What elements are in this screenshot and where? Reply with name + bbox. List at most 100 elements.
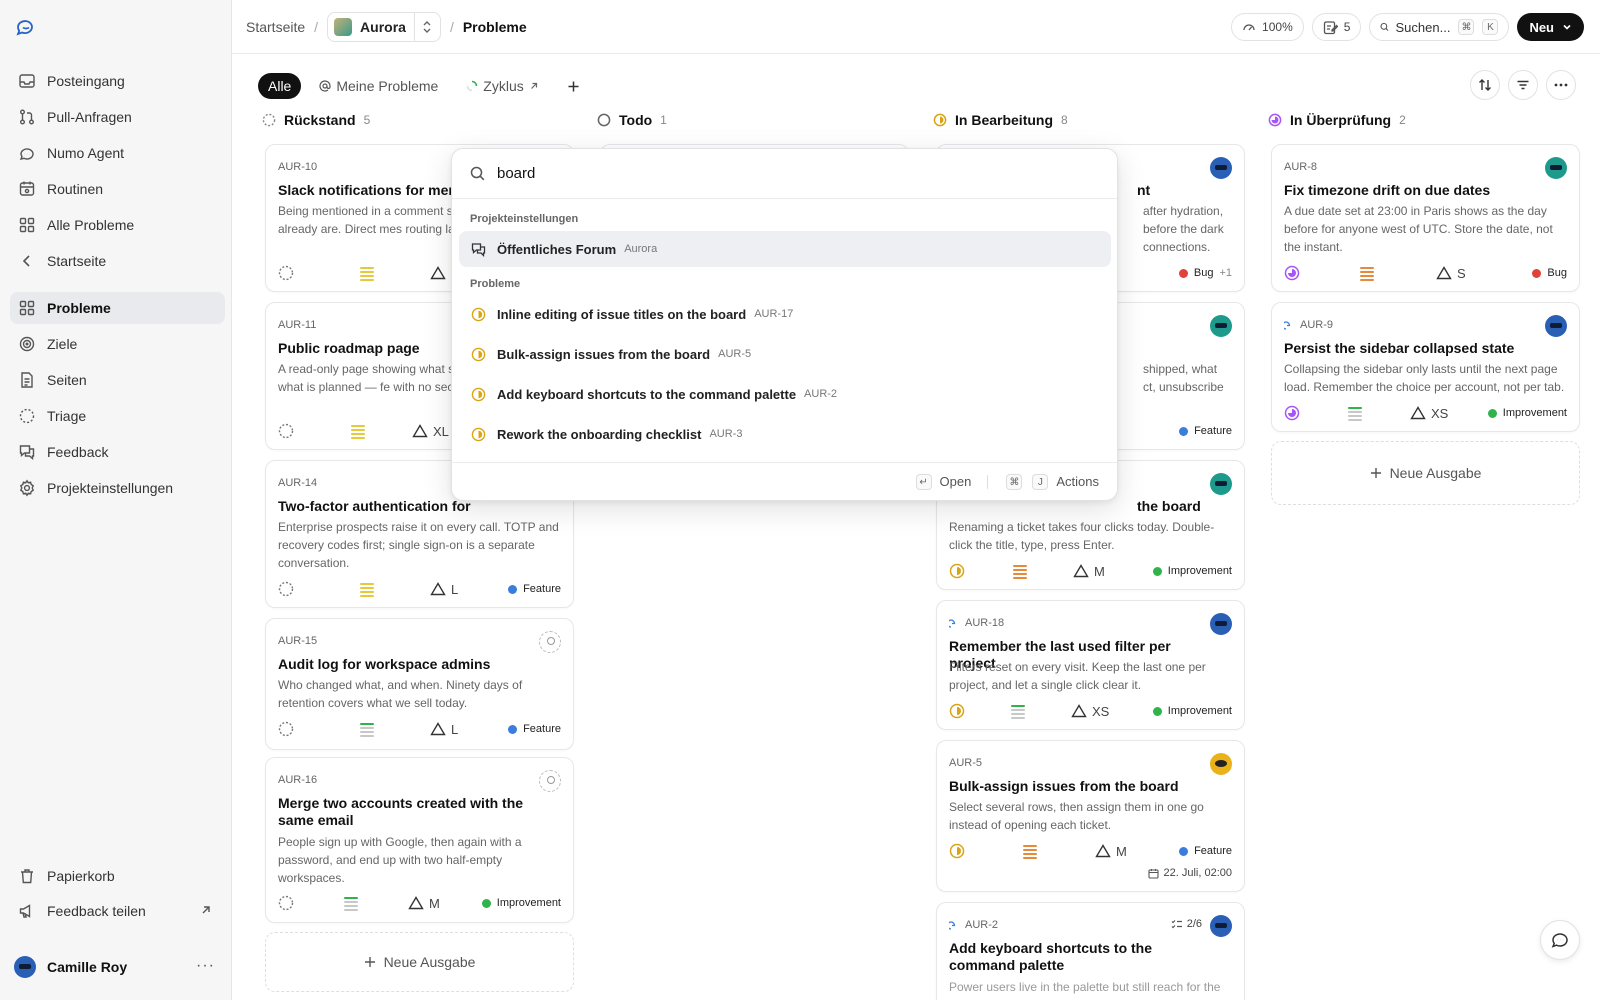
palette-item-issue[interactable]: Inline editing of issue titles on the bo…	[459, 296, 1111, 332]
sidebar-item-share-feedback[interactable]: Feedback teilen	[10, 895, 225, 927]
chevron-updown-icon[interactable]	[413, 12, 440, 41]
priority-icon[interactable]	[360, 723, 374, 737]
palette-item-public-forum[interactable]: Öffentliches Forum Aurora	[459, 231, 1111, 267]
issue-card[interactable]: AUR-9 Persist the sidebar collapsed stat…	[1271, 302, 1580, 432]
avatar[interactable]	[1210, 753, 1232, 775]
sidebar-item-home-back[interactable]: Startseite	[10, 245, 225, 277]
avatar[interactable]	[1210, 613, 1232, 635]
avatar[interactable]	[1210, 315, 1232, 337]
priority-icon[interactable]	[360, 583, 374, 597]
due-date[interactable]: 22. Juli, 02:00	[1147, 867, 1232, 879]
breadcrumb-home[interactable]: Startseite	[246, 19, 305, 35]
unassigned-avatar-icon[interactable]	[539, 770, 561, 792]
sidebar-item-pages[interactable]: Seiten	[10, 364, 225, 396]
more-options-button[interactable]	[1546, 70, 1576, 100]
avatar[interactable]	[1210, 473, 1232, 495]
chat-assistant-button[interactable]	[1540, 920, 1580, 960]
label-badge[interactable]: Feature	[1179, 425, 1232, 437]
priority-icon[interactable]	[360, 267, 374, 281]
label-badge[interactable]: Improvement	[1152, 705, 1232, 717]
sort-button[interactable]	[1470, 70, 1500, 100]
issue-card[interactable]: AUR-18 Remember the last used filter per…	[936, 600, 1245, 730]
sidebar-item-feedback[interactable]: Feedback	[10, 436, 225, 468]
issue-card[interactable]: AUR-15 Audit log for workspace admins Wh…	[265, 618, 574, 750]
filter-my-issues[interactable]: Meine Probleme	[309, 73, 448, 99]
priority-icon[interactable]	[1348, 407, 1362, 421]
label-badge[interactable]: Improvement	[1487, 407, 1567, 419]
drafts-button[interactable]: 5	[1311, 13, 1362, 41]
palette-actions-action[interactable]: Actions	[1056, 474, 1099, 489]
sidebar-item-routines[interactable]: Routinen	[10, 173, 225, 205]
sidebar-item-triage[interactable]: Triage	[10, 400, 225, 432]
estimate[interactable]: XL	[412, 424, 449, 439]
priority-icon[interactable]	[1023, 845, 1037, 859]
in-progress-status-icon[interactable]	[949, 563, 965, 579]
priority-icon[interactable]	[1013, 565, 1027, 579]
priority-icon[interactable]	[1011, 705, 1025, 719]
filter-button[interactable]	[1508, 70, 1538, 100]
new-issue-button-review[interactable]: Neue Ausgabe	[1271, 441, 1580, 505]
priority-icon[interactable]	[344, 897, 358, 911]
sidebar-item-trash[interactable]: Papierkorb	[10, 860, 225, 892]
sidebar-item-all-issues[interactable]: Alle Probleme	[10, 209, 225, 241]
issue-card[interactable]: AUR-8 Fix timezone drift on due dates A …	[1271, 144, 1580, 292]
sidebar-item-pull-requests[interactable]: Pull-Anfragen	[10, 101, 225, 133]
palette-item-issue[interactable]: Rework the onboarding checklist AUR-3	[459, 416, 1111, 452]
estimate[interactable]: XS	[1410, 406, 1448, 421]
avatar[interactable]	[1545, 315, 1567, 337]
backlog-status-icon[interactable]	[278, 581, 294, 597]
backlog-status-icon[interactable]	[278, 423, 294, 439]
estimate[interactable]: XS	[1071, 704, 1109, 719]
in-review-status-icon[interactable]	[1284, 405, 1300, 421]
sidebar-item-issues[interactable]: Probleme	[10, 292, 225, 324]
issue-card[interactable]: AUR-5 Bulk-assign issues from the board …	[936, 740, 1245, 892]
in-review-status-icon[interactable]	[1284, 265, 1300, 281]
project-switcher[interactable]: Aurora	[327, 11, 441, 42]
new-issue-button-backlog[interactable]: Neue Ausgabe	[265, 932, 574, 992]
label-badge[interactable]: Bug +1	[1178, 267, 1232, 279]
estimate[interactable]: M	[1073, 564, 1105, 579]
backlog-status-icon[interactable]	[278, 265, 294, 281]
estimate[interactable]: M	[408, 896, 440, 911]
sidebar-item-goals[interactable]: Ziele	[10, 328, 225, 360]
estimate[interactable]: L	[430, 722, 458, 737]
palette-item-issue[interactable]: Add keyboard shortcuts to the command pa…	[459, 376, 1111, 412]
in-progress-status-icon[interactable]	[949, 843, 965, 859]
priority-icon[interactable]	[351, 425, 365, 439]
sidebar-item-numo-agent[interactable]: Numo Agent	[10, 137, 225, 169]
backlog-status-icon[interactable]	[278, 721, 294, 737]
label-badge[interactable]: Feature	[508, 723, 561, 735]
search-button[interactable]: Suchen... ⌘ K	[1369, 13, 1510, 41]
sidebar-item-project-settings[interactable]: Projekteinstellungen	[10, 472, 225, 504]
estimate[interactable]: M	[1095, 844, 1127, 859]
app-logo-icon[interactable]	[14, 16, 38, 40]
label-badge[interactable]: Feature	[1179, 845, 1232, 857]
priority-icon[interactable]	[1360, 267, 1374, 281]
user-menu[interactable]: Camille Roy ···	[14, 952, 219, 982]
sidebar-item-inbox[interactable]: Posteingang	[10, 65, 225, 97]
issue-card[interactable]: AUR-2 2/6 Add keyboard shortcuts to the …	[936, 902, 1245, 1000]
filter-cycle[interactable]: Zyklus	[456, 73, 548, 99]
estimate[interactable]: L	[430, 582, 458, 597]
estimate[interactable]: S	[1436, 266, 1466, 281]
palette-item-issue[interactable]: Bulk-assign issues from the board AUR-5	[459, 336, 1111, 372]
zoom-button[interactable]: 100%	[1231, 13, 1304, 41]
filter-all[interactable]: Alle	[258, 73, 302, 99]
label-badge[interactable]: Improvement	[481, 897, 561, 909]
more-icon[interactable]: ···	[196, 958, 215, 974]
unassigned-avatar-icon[interactable]	[539, 631, 561, 653]
in-progress-status-icon[interactable]	[949, 703, 965, 719]
label-badge[interactable]: Bug	[1532, 267, 1567, 279]
palette-search-input[interactable]	[497, 165, 1057, 182]
add-view-button[interactable]	[557, 73, 590, 99]
label-badge[interactable]: Feature	[508, 583, 561, 595]
avatar[interactable]	[1210, 915, 1232, 937]
issue-card[interactable]: AUR-16 Merge two accounts created with t…	[265, 757, 574, 923]
label-badge[interactable]: Improvement	[1152, 565, 1232, 577]
palette-open-action[interactable]: Open	[940, 474, 972, 489]
new-button[interactable]: Neu	[1517, 13, 1584, 41]
avatar[interactable]	[1210, 157, 1232, 179]
backlog-status-icon[interactable]	[278, 895, 294, 911]
search-label: Suchen...	[1395, 19, 1451, 35]
avatar[interactable]	[1545, 157, 1567, 179]
